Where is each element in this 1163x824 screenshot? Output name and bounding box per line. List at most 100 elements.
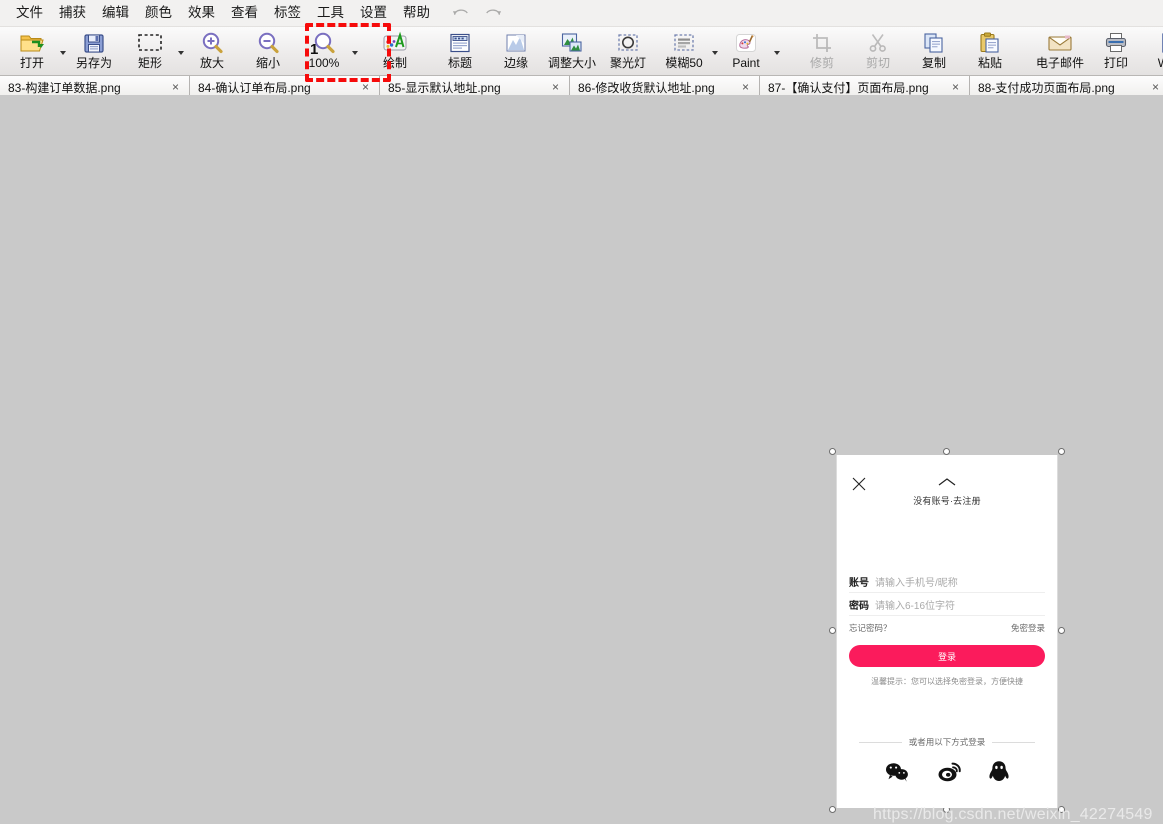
account-field-row[interactable]: 账号 请输入手机号/昵称: [849, 570, 1045, 593]
menu-item-effects[interactable]: 效果: [180, 3, 223, 23]
save-floppy-icon: [82, 30, 106, 56]
zoom-in-icon: [200, 30, 224, 56]
passwordless-login-link[interactable]: 免密登录: [1011, 622, 1045, 634]
selected-image-wrapper[interactable]: 没有账号·去注册 账号 请输入手机号/昵称 密码 请输入6-16位字符 忘记密码…: [829, 448, 1065, 813]
blur-icon: [672, 30, 696, 56]
printer-icon: [1104, 30, 1128, 56]
selection-handle-bottom-right[interactable]: [1058, 806, 1065, 813]
toolbar-label: 电子邮件: [1036, 56, 1085, 70]
toolbar-caret-paint[interactable]: [774, 28, 780, 73]
zoom-out-icon: [256, 30, 280, 56]
tab-close-icon[interactable]: ×: [168, 80, 183, 94]
resize-icon: [560, 30, 584, 56]
spotlight-icon: [616, 30, 640, 56]
toolbar-label: Word: [1158, 57, 1163, 70]
rectangle-select-icon: [137, 30, 163, 56]
toolbar-button-paint[interactable]: Paint: [718, 28, 774, 75]
toolbar-label: 打开: [19, 56, 44, 70]
toolbar-label: 模糊50: [665, 56, 703, 70]
selection-handle-top-left[interactable]: [829, 448, 836, 455]
tab-label: 83-构建订单数据.png: [8, 80, 121, 95]
social-login-row: [871, 760, 1023, 784]
caption-icon: [448, 30, 472, 56]
password-field-row[interactable]: 密码 请输入6-16位字符: [849, 593, 1045, 616]
redo-arrow-icon[interactable]: [484, 6, 502, 20]
toolbar-label: 100%: [308, 56, 340, 70]
tab-close-icon[interactable]: ×: [358, 80, 373, 94]
password-input[interactable]: 请输入6-16位字符: [875, 597, 955, 612]
toolbar-label: 边缘: [503, 56, 528, 70]
account-input[interactable]: 请输入手机号/昵称: [875, 574, 958, 589]
tab-close-icon[interactable]: ×: [1148, 80, 1163, 94]
tab-close-icon[interactable]: ×: [738, 80, 753, 94]
tab-close-icon[interactable]: ×: [948, 80, 963, 94]
toolbar-button-trim[interactable]: 修剪: [794, 28, 850, 75]
toolbar-button-zoom-in[interactable]: 放大: [184, 28, 240, 75]
toolbar-button-edge[interactable]: 边缘: [488, 28, 544, 75]
menu-item-tools[interactable]: 工具: [309, 3, 352, 23]
toolbar-label: 修剪: [809, 56, 834, 70]
login-helper-row: 忘记密码？ 免密登录: [849, 616, 1045, 640]
forgot-password-link[interactable]: 忘记密码？: [849, 622, 892, 634]
menu-bar: 文件 捕获 编辑 颜色 效果 查看 标签 工具 设置 帮助: [0, 0, 1163, 27]
draw-palette-icon: [382, 30, 408, 56]
toolbar-button-copy[interactable]: 复制: [906, 28, 962, 75]
toolbar-button-spotlight[interactable]: 聚光灯: [600, 28, 656, 75]
toolbar-button-cut[interactable]: 剪切: [850, 28, 906, 75]
login-submit-button[interactable]: 登录: [849, 645, 1045, 667]
toolbar-label: 矩形: [137, 56, 162, 70]
selection-handle-middle-right[interactable]: [1058, 627, 1065, 634]
menu-item-settings[interactable]: 设置: [352, 3, 395, 23]
toolbar-button-open[interactable]: 打开: [4, 28, 60, 75]
toolbar-button-save-as[interactable]: 另存为: [66, 28, 122, 75]
menu-item-color[interactable]: 颜色: [137, 3, 180, 23]
toolbar-button-caption[interactable]: 标题: [432, 28, 488, 75]
menu-item-view[interactable]: 查看: [223, 3, 266, 23]
login-header: 没有账号·去注册: [837, 455, 1057, 513]
toolbar-button-zoom-out[interactable]: 缩小: [240, 28, 296, 75]
toolbar-button-draw[interactable]: 绘制: [367, 28, 423, 75]
menu-item-file[interactable]: 文件: [8, 3, 51, 23]
qq-penguin-icon[interactable]: [988, 760, 1010, 784]
toolbar-button-zoom-100[interactable]: 100%: [296, 28, 352, 75]
password-field-label: 密码: [849, 600, 869, 612]
mobile-login-screenshot[interactable]: 没有账号·去注册 账号 请输入手机号/昵称 密码 请输入6-16位字符 忘记密码…: [836, 455, 1058, 808]
menu-item-help[interactable]: 帮助: [395, 3, 438, 23]
app-window: 文件 捕获 编辑 颜色 效果 查看 标签 工具 设置 帮助 打开 另存为 矩形 …: [0, 0, 1163, 823]
selection-handle-bottom-left[interactable]: [829, 806, 836, 813]
menu-item-capture[interactable]: 捕获: [51, 3, 94, 23]
open-folder-icon: [19, 30, 45, 56]
selection-handle-middle-left[interactable]: [829, 627, 836, 634]
toolbar-button-resize[interactable]: 调整大小: [544, 28, 600, 75]
toolbar-button-word[interactable]: W Word: [1144, 28, 1163, 75]
chevron-up-icon[interactable]: [937, 477, 957, 487]
copy-icon: [922, 30, 946, 56]
toolbar-caret-zoom[interactable]: [352, 28, 358, 73]
undo-arrow-icon[interactable]: [452, 6, 470, 20]
register-link[interactable]: 没有账号·去注册: [837, 494, 1057, 507]
scissors-cut-icon: [866, 30, 890, 56]
tab-close-icon[interactable]: ×: [548, 80, 563, 94]
wechat-icon[interactable]: [884, 761, 910, 783]
toolbar-button-email[interactable]: 电子邮件: [1032, 28, 1088, 75]
editor-canvas[interactable]: 没有账号·去注册 账号 请输入手机号/昵称 密码 请输入6-16位字符 忘记密码…: [0, 95, 1163, 823]
toolbar-button-paste[interactable]: 粘贴: [962, 28, 1018, 75]
csdn-watermark: https://blog.csdn.net/weixin_42274549: [873, 806, 1153, 823]
paint-app-icon: [734, 30, 758, 56]
tab-label: 84-确认订单布局.png: [198, 80, 311, 95]
toolbar-label: 标题: [447, 56, 472, 70]
paste-icon: [978, 30, 1002, 56]
undo-redo-group: [452, 6, 502, 20]
selection-handle-top-right[interactable]: [1058, 448, 1065, 455]
menu-item-tags[interactable]: 标签: [266, 3, 309, 23]
other-login-divider: 或者用以下方式登录: [859, 736, 1036, 748]
weibo-icon[interactable]: [936, 761, 962, 783]
toolbar-button-rectangle[interactable]: 矩形: [122, 28, 178, 75]
selection-handle-top-center[interactable]: [943, 448, 950, 455]
toolbar-label: 粘贴: [977, 56, 1002, 70]
menu-item-edit[interactable]: 编辑: [94, 3, 137, 23]
toolbar-button-blur[interactable]: 模糊50: [656, 28, 712, 75]
login-button-label: 登录: [937, 651, 956, 662]
toolbar-button-print[interactable]: 打印: [1088, 28, 1144, 75]
toolbar-label: 另存为: [75, 56, 112, 70]
